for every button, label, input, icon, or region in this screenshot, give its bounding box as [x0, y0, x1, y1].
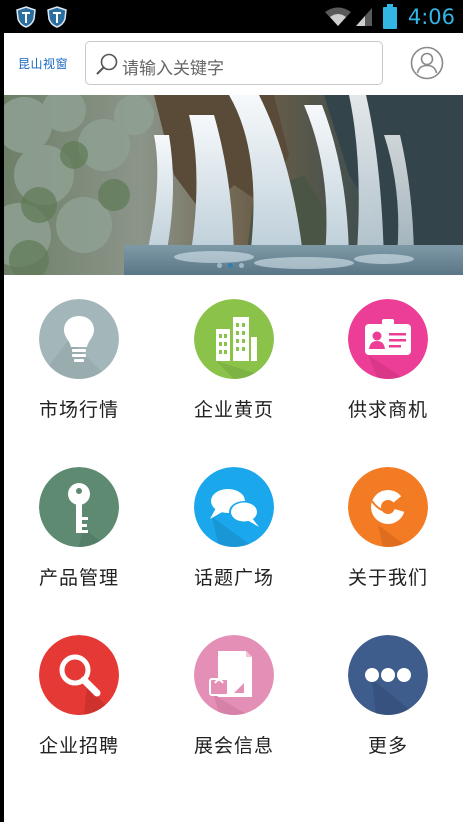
- menu-item-label: 市场行情: [38, 399, 119, 421]
- signal-icon: [355, 7, 372, 26]
- menu-item-market[interactable]: 市场行情: [4, 275, 154, 435]
- menu-item-products[interactable]: 产品管理: [4, 443, 154, 603]
- header: 昆山视窗 请输入关键字: [4, 33, 463, 95]
- menu-item-label: 企业招聘: [38, 735, 119, 757]
- menu-item-label: 企业黄页: [193, 399, 274, 421]
- settings-icon: [348, 467, 428, 547]
- menu-item-about[interactable]: 关于我们: [313, 443, 463, 603]
- menu-item-label: 关于我们: [347, 567, 428, 589]
- building-icon: [194, 299, 274, 379]
- search-placeholder: 请输入关键字: [122, 59, 224, 79]
- id-card-icon: [348, 299, 428, 379]
- user-icon[interactable]: [410, 46, 444, 80]
- menu-item-recruitment[interactable]: 企业招聘: [4, 611, 154, 771]
- carousel-indicator: [217, 263, 244, 268]
- menu-grid: 市场行情 企业黄页 供求商机 产品管理 话题广场 关于我们 企业招聘 展会信息 …: [4, 275, 463, 775]
- search-input[interactable]: 请输入关键字: [85, 41, 383, 85]
- magnifier-icon: [39, 635, 119, 715]
- menu-item-supply-demand[interactable]: 供求商机: [313, 275, 463, 435]
- waterfall-image: [4, 95, 463, 275]
- shield-icon: [16, 6, 36, 28]
- battery-icon: [382, 3, 397, 29]
- wifi-icon: [324, 7, 351, 26]
- menu-item-topics[interactable]: 话题广场: [159, 443, 309, 603]
- carousel-dot[interactable]: [239, 263, 244, 268]
- menu-item-label: 产品管理: [38, 567, 119, 589]
- document-icon: [194, 635, 274, 715]
- menu-item-label: 展会信息: [193, 735, 274, 757]
- shield-icon: [47, 6, 67, 28]
- menu-item-more[interactable]: 更多: [313, 611, 463, 771]
- carousel-dot-active[interactable]: [228, 263, 233, 268]
- search-icon: [96, 53, 118, 75]
- banner-carousel[interactable]: [4, 95, 463, 275]
- carousel-dot[interactable]: [217, 263, 222, 268]
- more-dots-icon: [348, 635, 428, 715]
- menu-item-label: 更多: [367, 735, 408, 757]
- status-bar: 4:06: [0, 0, 463, 33]
- clock: 4:06: [407, 4, 455, 29]
- brand-logo[interactable]: 昆山视窗: [18, 55, 68, 72]
- menu-item-exhibition[interactable]: 展会信息: [159, 611, 309, 771]
- menu-item-yellow-pages[interactable]: 企业黄页: [159, 275, 309, 435]
- lightbulb-icon: [39, 299, 119, 379]
- chat-bubbles-icon: [194, 467, 274, 547]
- app-screen: 昆山视窗 请输入关键字 市场行情 企业黄页 供求商机 产品管理 话题广场 关于我…: [4, 33, 463, 822]
- key-icon: [39, 467, 119, 547]
- menu-item-label: 话题广场: [193, 567, 274, 589]
- menu-item-label: 供求商机: [347, 399, 428, 421]
